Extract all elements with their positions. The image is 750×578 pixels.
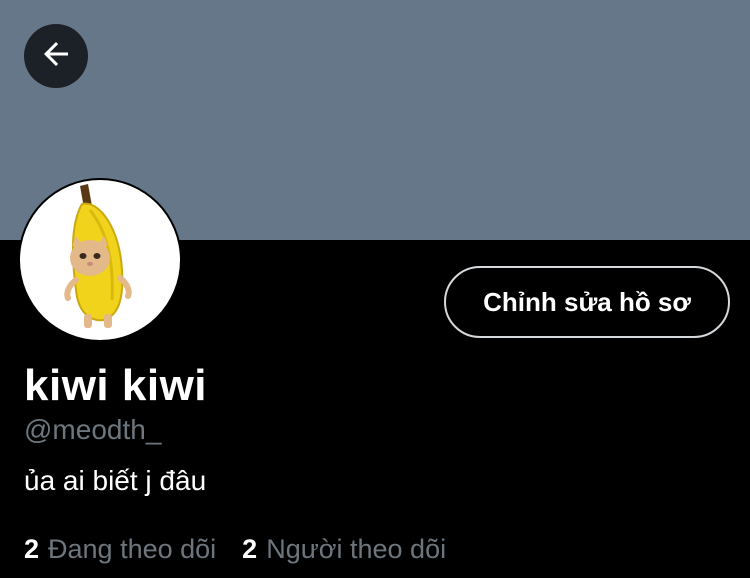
following-link[interactable]: 2 Đang theo dõi — [24, 530, 216, 568]
followers-count: 2 — [242, 534, 258, 564]
followers-label: Người theo dõi — [266, 534, 447, 564]
followers-link[interactable]: 2 Người theo dõi — [242, 530, 446, 568]
profile-bio: ủa ai biết j đâu — [24, 465, 207, 496]
follow-stats: 2 Đang theo dõi 2 Người theo dõi — [24, 530, 446, 568]
username-handle: @meodth_ — [24, 414, 162, 445]
banana-cat-avatar — [64, 184, 132, 328]
arrow-left-icon — [38, 36, 74, 77]
edit-profile-button[interactable]: Chỉnh sửa hồ sơ — [444, 266, 730, 338]
following-count: 2 — [24, 534, 40, 564]
back-button[interactable] — [24, 24, 88, 88]
avatar-image — [20, 180, 180, 340]
avatar[interactable] — [18, 178, 182, 342]
display-name: kiwi kiwi — [24, 361, 208, 410]
following-label: Đang theo dõi — [48, 534, 217, 564]
